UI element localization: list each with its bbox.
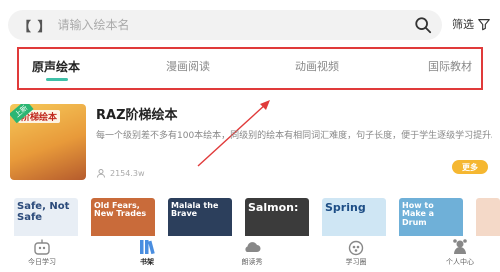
cloud-icon bbox=[245, 242, 261, 252]
nav-label: 个人中心 bbox=[446, 258, 474, 266]
thumbnail-title: Malala the Brave bbox=[171, 201, 219, 219]
tab-bar-highlight bbox=[17, 47, 483, 90]
search-bracket-label: 【 】 bbox=[18, 19, 52, 35]
bookshelf-icon bbox=[140, 240, 155, 255]
thumbnail-title: How to Make a Drum bbox=[402, 201, 435, 227]
user-icon bbox=[97, 169, 105, 178]
nav-label: 朗读秀 bbox=[241, 258, 263, 266]
nav-reading-show[interactable]: 朗读秀 bbox=[222, 238, 282, 267]
tab-comics[interactable]: 漫画阅读 bbox=[166, 58, 210, 74]
paw-icon bbox=[348, 240, 364, 256]
search-input[interactable] bbox=[57, 18, 414, 32]
book-title[interactable]: RAZ阶梯绘本 bbox=[96, 104, 178, 123]
nav-label: 今日学习 bbox=[28, 258, 56, 266]
active-tab-indicator bbox=[46, 78, 68, 81]
thumbnail-title: Old Fears, New Trades bbox=[94, 201, 147, 219]
nav-profile[interactable]: 个人中心 bbox=[430, 238, 490, 267]
search-bar[interactable]: 【 】 bbox=[8, 10, 442, 40]
profile-icon bbox=[453, 239, 467, 254]
more-button[interactable]: 更多 bbox=[452, 160, 488, 174]
filter-icon bbox=[478, 19, 490, 31]
thumbnail-title: Salmon: bbox=[248, 201, 299, 214]
bottom-navigation: 今日学习 书架 朗读秀 学习圈 个人中心 bbox=[0, 236, 500, 272]
thumbnail-title: Safe, Not Safe bbox=[17, 201, 70, 223]
nav-bookshelf[interactable]: 书架 bbox=[117, 238, 177, 267]
nav-label: 书架 bbox=[140, 258, 154, 266]
tab-animation[interactable]: 动画视频 bbox=[295, 58, 339, 74]
book-description: 每一个级别差不多有100本绘本，同级别的绘本有相同词汇难度，句子长度，便于学生逐… bbox=[96, 131, 492, 141]
tab-textbooks[interactable]: 国际教材 bbox=[428, 58, 472, 74]
nav-today-study[interactable]: 今日学习 bbox=[12, 238, 72, 267]
filter-button[interactable]: 筛选 bbox=[452, 16, 491, 32]
thumbnail-title: Spring bbox=[325, 201, 366, 214]
view-count-value: 2154.3w bbox=[110, 168, 145, 178]
filter-label: 筛选 bbox=[452, 18, 474, 31]
robot-icon bbox=[34, 239, 50, 255]
view-count: 2154.3w bbox=[96, 168, 145, 178]
search-icon[interactable] bbox=[414, 16, 432, 34]
nav-study-circle[interactable]: 学习圈 bbox=[326, 238, 386, 267]
nav-label: 学习圈 bbox=[345, 258, 367, 266]
book-cover[interactable]: 阶梯绘本 上新 bbox=[10, 104, 86, 180]
tab-original-audio[interactable]: 原声绘本 bbox=[32, 58, 80, 75]
